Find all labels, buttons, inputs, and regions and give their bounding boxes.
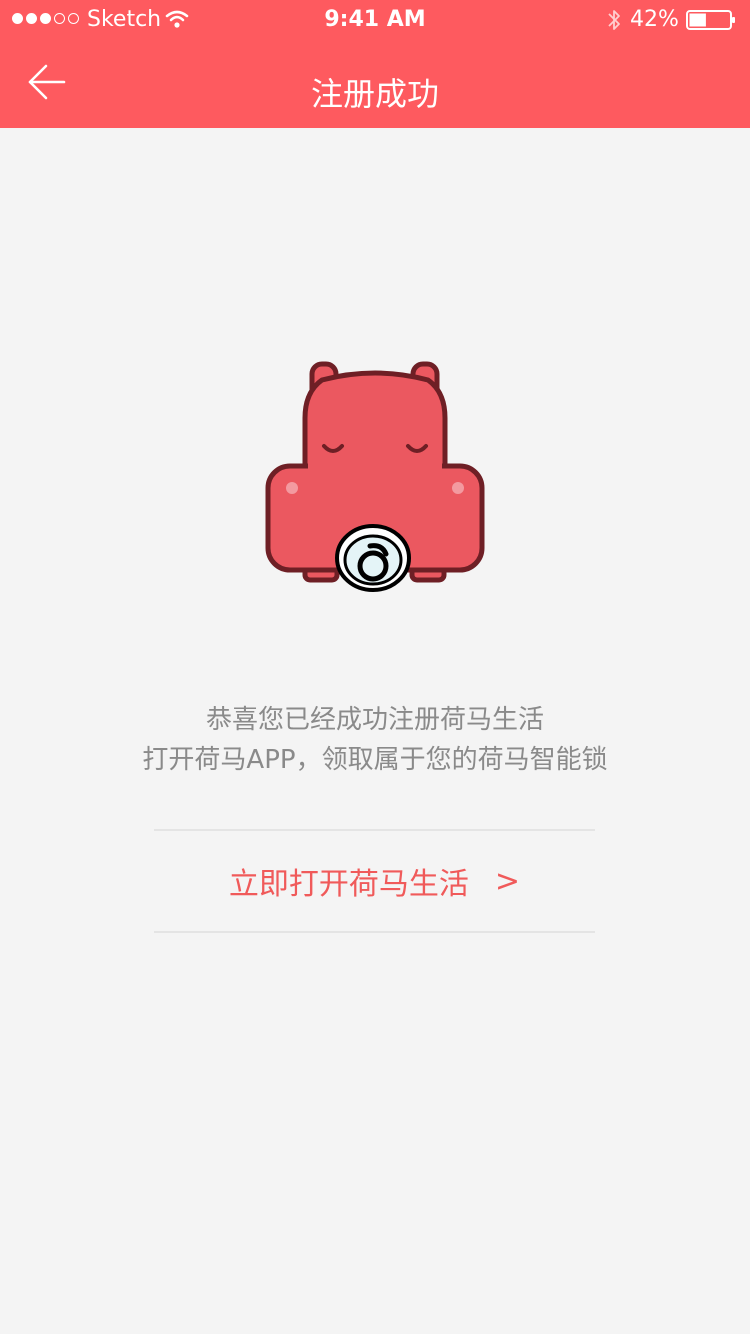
- bluetooth-icon: [608, 10, 620, 30]
- open-app-button[interactable]: 立即打开荷马生活 >: [154, 831, 595, 931]
- battery-icon: [686, 10, 735, 30]
- hippo-mascot-icon: [265, 361, 485, 592]
- page-title: 注册成功: [310, 75, 439, 113]
- message-line-2: 打开荷马APP，领取属于您的荷马智能锁: [142, 745, 608, 775]
- success-message: 恭喜您已经成功注册荷马生活 打开荷马APP，领取属于您的荷马智能锁: [0, 700, 750, 780]
- divider-bottom: [154, 931, 595, 933]
- chevron-right-icon: >: [494, 863, 521, 899]
- header-bar: Sketch 9:41 AM 42% 注册成功: [0, 0, 750, 128]
- status-bar: Sketch 9:41 AM 42%: [0, 0, 750, 40]
- message-line-1: 恭喜您已经成功注册荷马生活: [205, 705, 544, 735]
- battery-percentage: 42%: [630, 7, 679, 32]
- open-app-label: 立即打开荷马生活: [228, 867, 469, 902]
